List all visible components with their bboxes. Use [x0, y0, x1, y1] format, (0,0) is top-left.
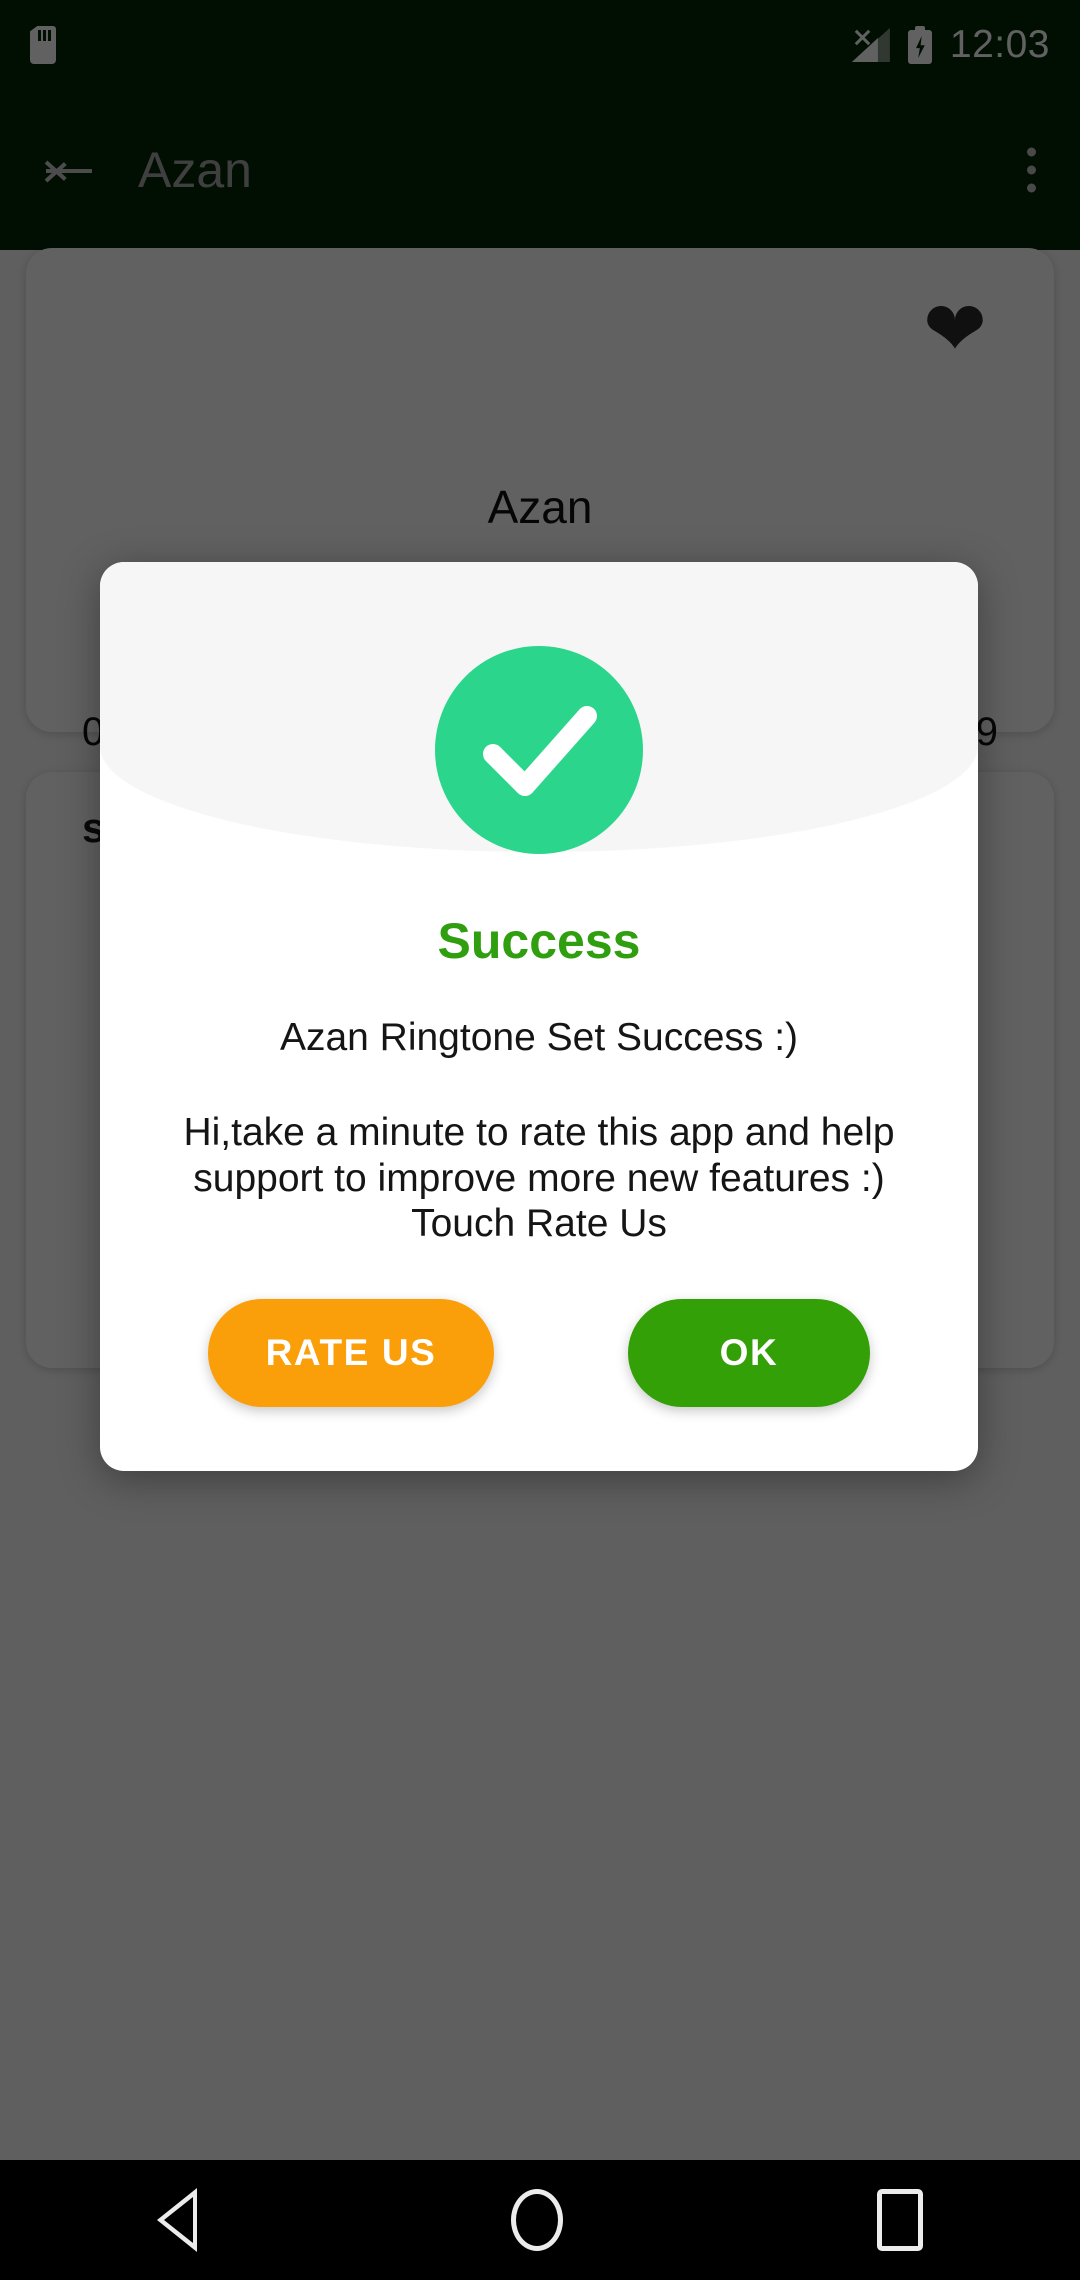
nav-home-icon[interactable]: [511, 2189, 563, 2251]
success-dialog: Success Azan Ringtone Set Success :) Hi,…: [100, 562, 978, 1471]
dialog-actions: RATE US OK: [130, 1247, 948, 1471]
system-nav-bar: [0, 2160, 1080, 2280]
dialog-title: Success: [437, 913, 641, 969]
nav-recents-icon[interactable]: [877, 2189, 923, 2251]
nav-back-icon[interactable]: [157, 2188, 197, 2252]
check-circle-icon: [435, 646, 643, 854]
dialog-subtitle: Azan Ringtone Set Success :): [279, 1016, 799, 1059]
rate-us-button[interactable]: RATE US: [208, 1298, 494, 1407]
dialog-body: Success Azan Ringtone Set Success :) Hi,…: [100, 912, 978, 1471]
phone-screen: 12:03 Azan ❤ Azan 00:00 00:29: [0, 0, 1080, 2280]
dialog-header: [100, 562, 978, 854]
dialog-message: Hi,take a minute to rate this app and he…: [183, 1111, 895, 1246]
ok-button[interactable]: OK: [628, 1298, 870, 1407]
